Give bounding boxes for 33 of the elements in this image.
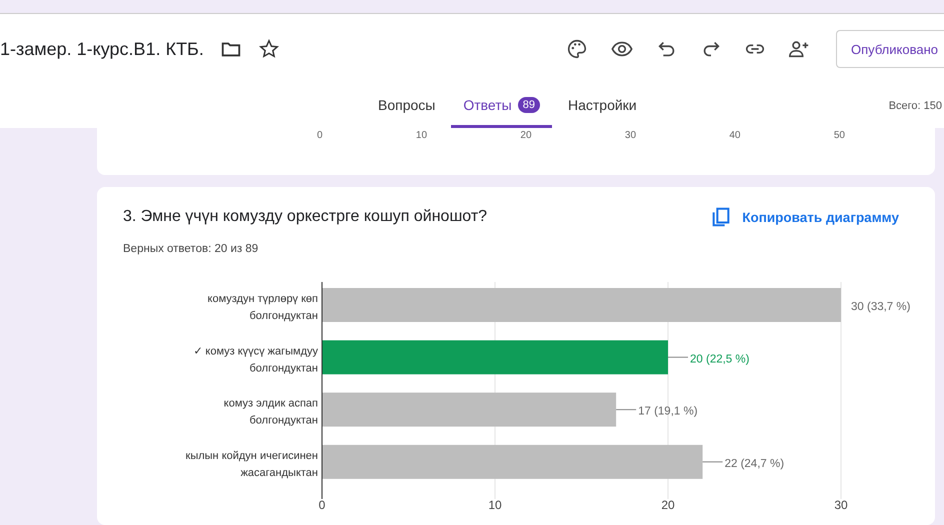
axis-tick-label: 10 — [416, 130, 428, 141]
axis-tick-label: 20 — [661, 498, 675, 512]
value-label: 20 (22,5 %) — [690, 353, 750, 366]
star-icon[interactable] — [258, 38, 280, 60]
count-badge: 89 — [518, 96, 540, 112]
axis-tick-label: 0 — [318, 498, 326, 512]
axis-tick-label: 40 — [729, 130, 740, 141]
axis-tick-label: 30 — [834, 498, 848, 512]
axis-tick-label: 0 — [317, 130, 323, 141]
axis-tick-label: 20 — [520, 130, 532, 141]
form-title: 1-замер. 1-курс.В1. КТБ. — [0, 38, 204, 60]
correct-answers-count: Верных ответов: 20 из 89 — [122, 242, 260, 255]
axis-tick-label: 30 — [624, 130, 636, 141]
category-label: комуз элдик аспап болгондуктан — [224, 398, 318, 427]
leader-line — [668, 356, 688, 358]
value-label: 30 (33,7 %) — [851, 301, 910, 313]
value-label: 17 (19,1 %) — [638, 406, 698, 418]
category-label: кылын койдун ичегисинен жасагандыктан — [186, 450, 318, 479]
category-label: ✓ комуз күүсү жагымдуу болгондуктан — [193, 345, 318, 374]
category-label: комуздун түрлөрү көп болгондуктан — [208, 293, 318, 322]
tab[interactable]: Вопросы — [366, 84, 448, 128]
leader-line — [616, 409, 637, 410]
axis-tick-label: 50 — [834, 130, 845, 141]
tab[interactable]: Настройки — [556, 84, 649, 128]
total-count: Всего: 150 — [888, 100, 942, 112]
question-title: 3. Эмне үчүн комузду оркестрге кошуп ойношот? — [123, 208, 488, 226]
palette-icon[interactable] — [566, 38, 588, 60]
leader-line — [702, 461, 724, 462]
copy-icon — [710, 206, 732, 228]
published-button[interactable]: Опубликовано — [836, 30, 944, 68]
value-label: 22 (24,7 %) — [724, 458, 784, 470]
copy-chart-button[interactable]: Копировать диаграмму — [704, 205, 905, 229]
axis-tick-label: 10 — [488, 498, 502, 512]
